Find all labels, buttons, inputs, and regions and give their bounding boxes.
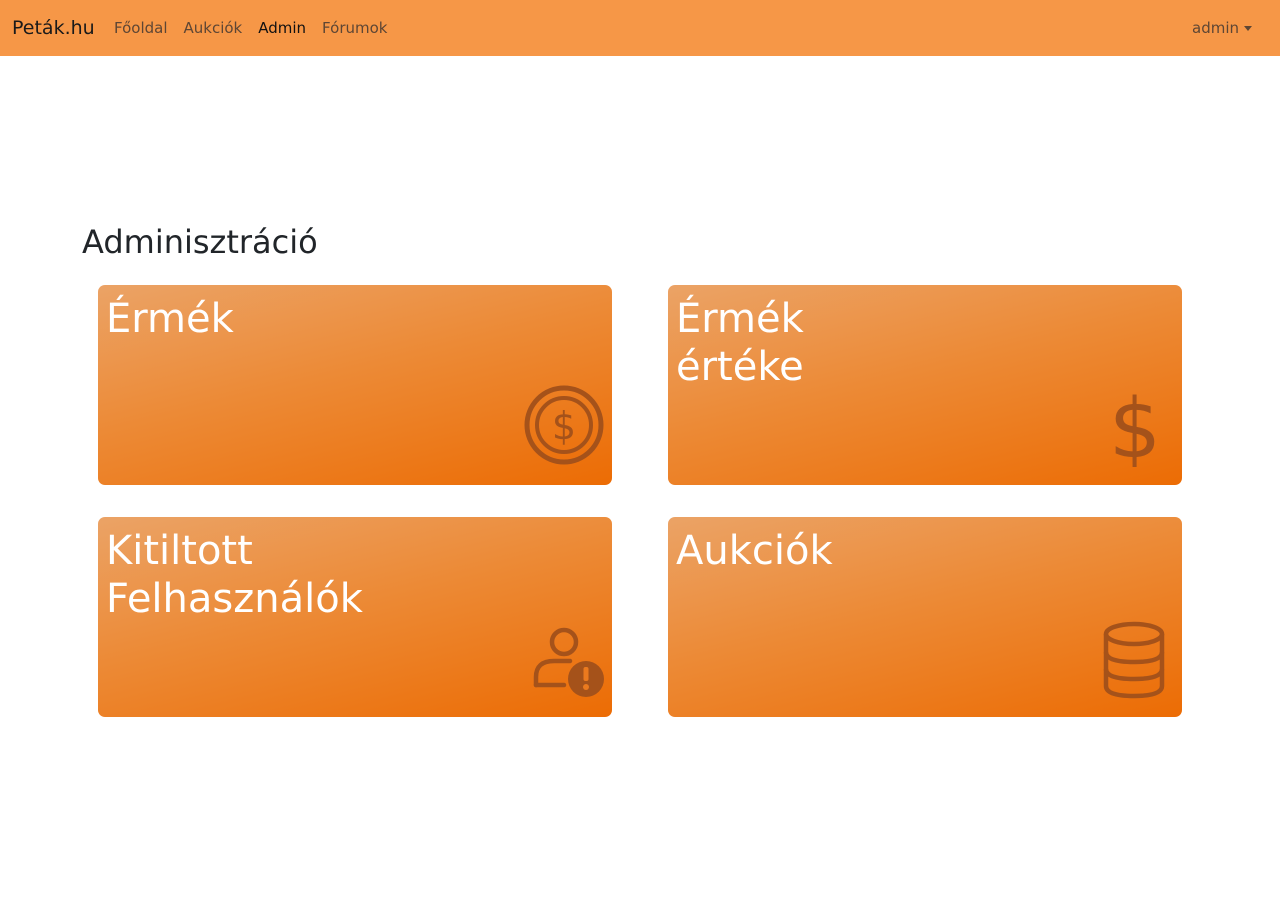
card-title: Érmék értéke [676, 296, 804, 390]
user-dropdown[interactable]: admin [1192, 18, 1252, 38]
top-navbar: Peták.hu Főoldal Aukciók Admin Fórumok a… [0, 0, 1280, 56]
card-coin-values[interactable]: Érmék értéke $ [668, 285, 1182, 485]
card-banned-users[interactable]: Kitiltott Felhasználók [98, 517, 612, 717]
caret-down-icon [1244, 25, 1252, 31]
card-auctions[interactable]: Aukciók [668, 517, 1182, 717]
card-title: Kitiltott Felhasználók [106, 528, 363, 622]
card-coins[interactable]: Érmék $ [98, 285, 612, 485]
svg-text:$: $ [552, 404, 576, 448]
brand-link[interactable]: Peták.hu [12, 15, 95, 41]
nav-link-home[interactable]: Főoldal [114, 18, 168, 38]
svg-text:$: $ [1109, 382, 1161, 467]
nav-links: Főoldal Aukciók Admin Fórumok [114, 18, 403, 38]
page-title: Adminisztráció [82, 223, 318, 261]
card-title: Aukciók [676, 528, 833, 574]
database-icon [1102, 620, 1166, 700]
user-warning-icon [530, 621, 610, 701]
card-title: Érmék [106, 296, 234, 342]
coin-icon: $ [522, 383, 606, 467]
user-name: admin [1192, 19, 1239, 37]
nav-link-auctions[interactable]: Aukciók [184, 18, 243, 38]
nav-link-admin[interactable]: Admin [258, 18, 306, 38]
nav-link-forums[interactable]: Fórumok [322, 18, 387, 38]
dollar-icon: $ [1100, 381, 1170, 467]
